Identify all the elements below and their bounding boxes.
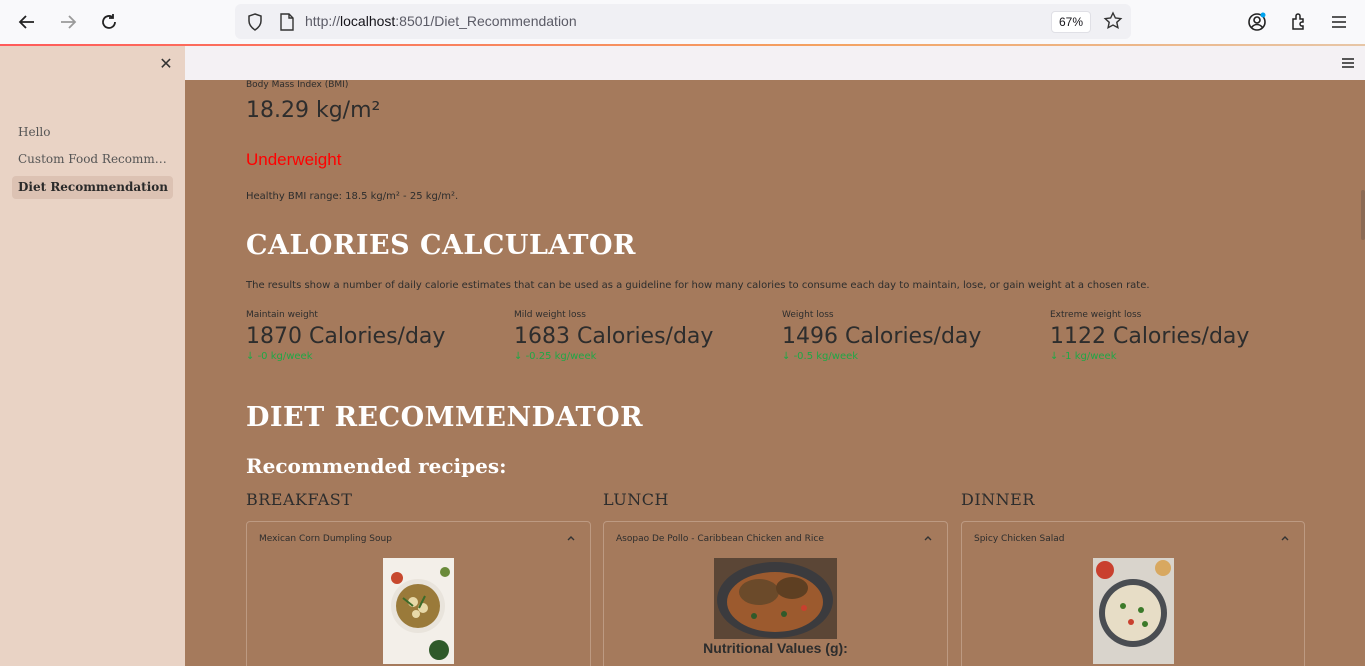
recipe-title[interactable]: Mexican Corn Dumpling Soup — [259, 534, 392, 544]
hamburger-icon[interactable] — [1341, 56, 1355, 70]
diet-subtitle: Recommended recipes: — [246, 454, 507, 478]
address-bar[interactable]: http://localhost:8501/Diet_Recommendatio… — [235, 4, 1131, 39]
bmi-label: Body Mass Index (BMI) — [246, 80, 349, 90]
metric-maintain: Maintain weight 1870 Calories/day ↓ -0 k… — [246, 310, 445, 362]
menu-icon[interactable] — [1327, 10, 1351, 34]
recipe-image-chicken-rice — [714, 558, 837, 639]
metric-delta: -0.25 kg/week — [525, 351, 597, 362]
arrow-down-icon: ↓ — [514, 351, 526, 362]
nutritional-values-heading: Nutritional Values (g): — [703, 640, 848, 656]
close-icon[interactable]: ✕ — [156, 54, 176, 74]
metric-delta: -0 kg/week — [257, 351, 313, 362]
chevron-up-icon[interactable] — [1280, 533, 1290, 543]
metric-delta: -1 kg/week — [1061, 351, 1117, 362]
zoom-level[interactable]: 67% — [1050, 11, 1091, 33]
arrow-down-icon: ↓ — [782, 351, 794, 362]
arrow-down-icon: ↓ — [246, 351, 258, 362]
scrollbar[interactable] — [1361, 190, 1365, 240]
arrow-down-icon: ↓ — [1050, 351, 1062, 362]
recipe-image-soup — [383, 558, 454, 664]
metric-value: 1870 Calories/day — [246, 324, 446, 349]
calories-description: The results show a number of daily calor… — [246, 280, 1150, 291]
sidebar-item-diet-recommendation[interactable]: Diet Recommendation — [12, 176, 173, 199]
recipe-card-breakfast[interactable]: Mexican Corn Dumpling Soup — [246, 521, 591, 666]
bmi-value: 18.29 kg/m² — [246, 98, 381, 123]
extensions-icon[interactable] — [1287, 10, 1311, 34]
metric-label: Maintain weight — [246, 310, 318, 320]
meal-heading-breakfast: BREAKFAST — [246, 490, 353, 509]
metric-label: Weight loss — [782, 310, 834, 320]
sidebar-item-hello[interactable]: Hello — [12, 121, 173, 144]
metric-label: Extreme weight loss — [1050, 310, 1142, 320]
metric-label: Mild weight loss — [514, 310, 586, 320]
star-icon[interactable] — [1103, 11, 1123, 31]
recipe-image-chicken-salad — [1093, 558, 1174, 664]
calories-title: CALORIES CALCULATOR — [246, 230, 636, 261]
bmi-range-note: Healthy BMI range: 18.5 kg/m² - 25 kg/m²… — [246, 191, 459, 202]
recipe-card-lunch[interactable]: Asopao De Pollo - Caribbean Chicken and … — [603, 521, 948, 666]
metric-delta: -0.5 kg/week — [793, 351, 859, 362]
account-icon[interactable] — [1245, 10, 1269, 34]
recipe-title[interactable]: Asopao De Pollo - Caribbean Chicken and … — [616, 534, 824, 544]
app-header — [185, 46, 1365, 80]
metric-value: 1683 Calories/day — [514, 324, 714, 349]
main-content: Body Mass Index (BMI) 18.29 kg/m² Underw… — [185, 80, 1365, 666]
meal-heading-lunch: LUNCH — [603, 490, 669, 509]
sidebar: ✕ Hello Custom Food Recommendation Diet … — [0, 46, 185, 666]
metric-value: 1496 Calories/day — [782, 324, 982, 349]
reload-icon[interactable] — [97, 10, 121, 34]
browser-toolbar: http://localhost:8501/Diet_Recommendatio… — [0, 0, 1365, 44]
recipe-card-dinner[interactable]: Spicy Chicken Salad — [961, 521, 1305, 666]
metric-mild-loss: Mild weight loss 1683 Calories/day ↓ -0.… — [514, 310, 713, 362]
bmi-status: Underweight — [246, 150, 342, 169]
meal-heading-dinner: DINNER — [961, 490, 1035, 509]
shield-icon[interactable] — [245, 12, 265, 32]
url-text[interactable]: http://localhost:8501/Diet_Recommendatio… — [305, 13, 577, 29]
recipe-title[interactable]: Spicy Chicken Salad — [974, 534, 1064, 544]
page-icon — [280, 13, 294, 31]
metric-weight-loss: Weight loss 1496 Calories/day ↓ -0.5 kg/… — [782, 310, 981, 362]
metric-value: 1122 Calories/day — [1050, 324, 1250, 349]
chevron-up-icon[interactable] — [566, 533, 576, 543]
diet-title: DIET RECOMMENDATOR — [246, 402, 644, 433]
sidebar-item-custom-food[interactable]: Custom Food Recommendation — [12, 148, 173, 171]
chevron-up-icon[interactable] — [923, 533, 933, 543]
metric-extreme-loss: Extreme weight loss 1122 Calories/day ↓ … — [1050, 310, 1249, 362]
back-arrow-icon[interactable] — [15, 10, 39, 34]
forward-arrow-icon[interactable] — [56, 10, 80, 34]
